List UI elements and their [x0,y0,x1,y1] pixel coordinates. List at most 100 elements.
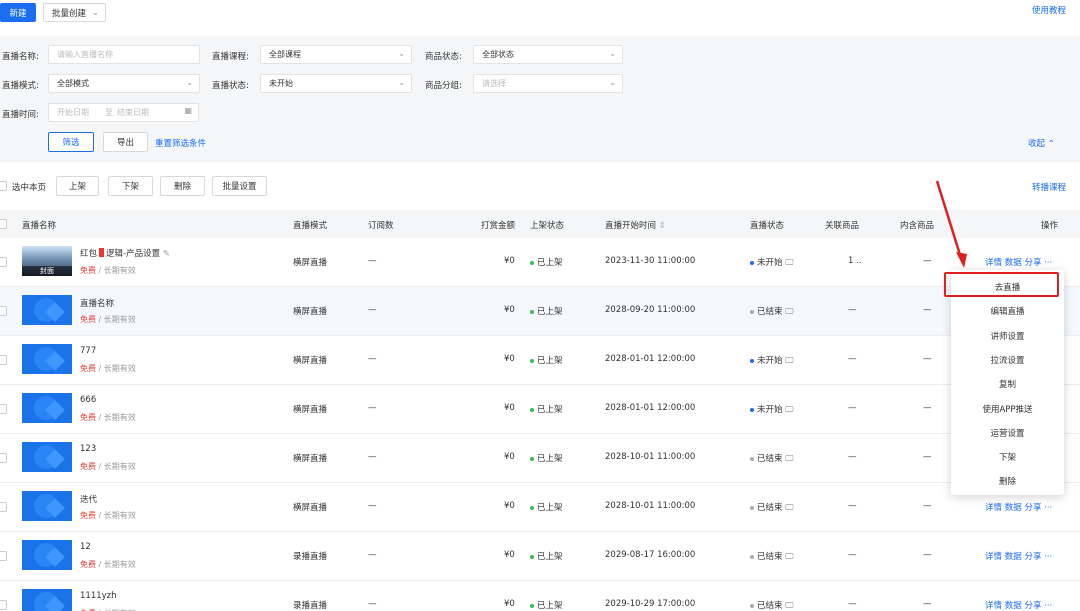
screen-icon[interactable]: 🖵 [785,503,793,513]
menu-item[interactable]: 使用APP推送 [951,403,1064,415]
row-actions: 详情 数据 分享 ··· [985,501,1052,513]
screen-icon[interactable]: 🖵 [785,258,793,268]
menu-item[interactable]: 去直播 [951,281,1064,293]
delete-button[interactable]: 删除 [160,176,205,196]
shelf-status: 已上架 [530,256,563,268]
row-checkbox[interactable] [0,355,7,365]
batch-create-dropdown[interactable]: 批量创建 ⌄ [43,3,106,22]
related-goods: — [848,501,857,511]
batch-settings-button[interactable]: 批量设置 [212,176,267,196]
chevron-down-icon: ⌄ [609,78,616,87]
screen-icon[interactable]: 🖵 [785,405,793,415]
table-row[interactable]: 封面 红包 逻辑-产品设置 ✎ 免费 / 长期有效 横屏直播 — ¥0 已上架 2… [0,238,1080,287]
name-filter-label: 直播名称: [2,52,39,62]
course-select[interactable]: 全部课程 ⌄ [260,45,412,64]
menu-item[interactable]: 讲师设置 [951,330,1064,342]
screen-icon[interactable]: 🖵 [785,356,793,366]
col-name: 直播名称 [22,221,57,231]
filter-panel: 直播名称: 请输入直播名称 直播课程: 全部课程 ⌄ 商品状态: 全部状态 ⌄ 直播… [0,36,1080,162]
screen-icon[interactable]: 🖵 [785,552,793,562]
filter-button[interactable]: 筛选 [48,132,94,152]
goods-status-select[interactable]: 全部状态 ⌄ [473,45,623,64]
menu-item[interactable]: 编辑直播 [951,305,1064,317]
col-start-time[interactable]: 直播开始时间 ⇕ [605,219,666,231]
more-icon[interactable]: ··· [1044,601,1052,611]
table-row[interactable]: 666 免费 / 长期有效 横屏直播 — ¥0 已上架 2028-01-01 1… [0,385,1080,434]
new-button[interactable]: 新建 [0,3,36,22]
detail-link[interactable]: 详情 [985,552,1002,562]
menu-item[interactable]: 复制 [951,378,1064,390]
menu-item[interactable]: 运营设置 [951,427,1064,439]
data-link[interactable]: 数据 [1005,503,1022,513]
row-checkbox[interactable] [0,306,7,316]
mode-select[interactable]: 全部模式 ⌄ [48,74,200,93]
col-orders: 订阅数 [368,221,394,231]
row-checkbox[interactable] [0,453,7,463]
table-row[interactable]: 123 免费 / 长期有效 横屏直播 — ¥0 已上架 2028-10-01 1… [0,434,1080,483]
date-range-picker[interactable]: 开始日期 至 结束日期 ▦ [48,103,199,122]
select-all-checkbox[interactable] [0,219,7,229]
screen-icon[interactable]: 🖵 [785,454,793,464]
detail-link[interactable]: 详情 [985,258,1002,268]
menu-item[interactable]: 删除 [951,475,1064,487]
status-dot-icon [750,407,754,412]
shelf-status: 已上架 [530,403,563,415]
convert-course-link[interactable]: 转播课程 [1032,181,1066,193]
related-goods: — [848,354,857,364]
row-checkbox[interactable] [0,404,7,414]
live-status: 未开始 🖵 [750,256,793,268]
col-live-status: 直播状态 [750,221,785,231]
data-link[interactable]: 数据 [1005,601,1022,611]
live-status: 未开始 🖵 [750,403,793,415]
live-status-select[interactable]: 未开始 ⌄ [260,74,412,93]
more-icon[interactable]: ··· [1044,552,1052,562]
name-search-input[interactable]: 请输入直播名称 [48,45,200,64]
live-status-value: 未开始 [269,79,293,88]
more-actions-menu: 去直播编辑直播讲师设置拉流设置复制使用APP推送 运营设置下架删除 [951,270,1064,495]
table-row[interactable]: 1111yzh 免费 / 长期有效 录播直播 — ¥0 已上架 2029-10-… [0,581,1080,611]
row-checkbox[interactable] [0,502,7,512]
detail-link[interactable]: 详情 [985,503,1002,513]
goods-group-placeholder: 请选择 [482,79,506,88]
share-link[interactable]: 分享 [1024,503,1041,513]
edit-pencil-icon[interactable]: ✎ [163,249,170,259]
chevron-down-icon: ⌄ [186,78,193,87]
start-time: 2029-08-17 16:00:00 [605,550,696,560]
row-checkbox[interactable] [0,551,7,561]
table-row[interactable]: 迭代 免费 / 长期有效 横屏直播 — ¥0 已上架 2028-10-01 11… [0,483,1080,532]
col-reward: 打赏金额 [481,221,516,231]
col-inner: 内含商品 [900,221,935,231]
inner-goods: — [923,550,932,560]
row-checkbox[interactable] [0,600,7,610]
start-date-placeholder: 开始日期 [57,108,89,117]
menu-item[interactable]: 拉流设置 [951,354,1064,366]
goods-group-select[interactable]: 请选择 ⌄ [473,74,623,93]
export-button[interactable]: 导出 [103,132,148,152]
detail-link[interactable]: 详情 [985,601,1002,611]
share-link[interactable]: 分享 [1024,258,1041,268]
select-page-checkbox[interactable] [0,181,7,191]
collapse-toggle[interactable]: 收起 ⌃ [1028,137,1055,149]
off-shelf-button[interactable]: 下架 [108,176,153,196]
screen-icon[interactable]: 🖵 [785,601,793,611]
on-shelf-button[interactable]: 上架 [56,176,99,196]
reset-filters-link[interactable]: 重置筛选条件 [155,137,206,149]
share-link[interactable]: 分享 [1024,601,1041,611]
table-row[interactable]: 777 免费 / 长期有效 横屏直播 — ¥0 已上架 2028-01-01 1… [0,336,1080,385]
tutorial-link[interactable]: 使用教程 [1032,4,1066,16]
start-time: 2028-09-20 11:00:00 [605,305,696,315]
table-row[interactable]: 12 免费 / 长期有效 录播直播 — ¥0 已上架 2029-08-17 16… [0,532,1080,581]
chevron-up-icon: ⌃ [1047,139,1055,149]
screen-icon[interactable]: 🖵 [785,307,793,317]
shelf-status: 已上架 [530,354,563,366]
more-icon[interactable]: ··· [1044,258,1052,268]
share-link[interactable]: 分享 [1024,552,1041,562]
data-link[interactable]: 数据 [1005,258,1022,268]
more-icon[interactable]: ··· [1044,503,1052,513]
row-checkbox[interactable] [0,257,7,267]
related-goods: — [848,452,857,462]
data-link[interactable]: 数据 [1005,552,1022,562]
menu-item[interactable]: 下架 [951,451,1064,463]
live-mode: 横屏直播 [293,503,328,513]
table-row[interactable]: 直播名称 免费 / 长期有效 横屏直播 — ¥0 已上架 2028-09-20 … [0,287,1080,336]
